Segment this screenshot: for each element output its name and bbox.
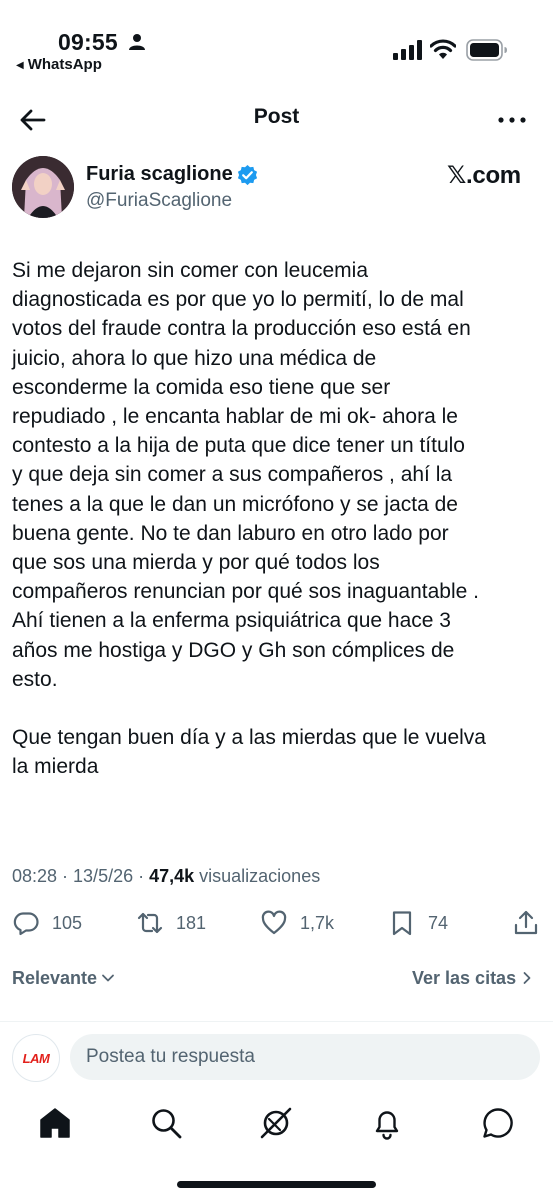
battery-icon [466,39,507,61]
chevron-right-icon [523,972,531,984]
signal-icon [393,40,422,60]
reply-button[interactable]: 105 [12,906,82,940]
view-quotes-link[interactable]: Ver las citas [412,968,534,989]
like-button[interactable]: 1,7k [260,906,334,940]
post-meta: 08:28 · 13/5/26 · 47,4k visualizaciones [12,866,320,887]
share-button[interactable] [512,906,552,940]
notifications-icon[interactable] [370,1106,404,1140]
repost-icon [137,912,163,934]
author-name[interactable]: Furia scaglione [86,163,233,186]
like-count: 1,7k [300,912,335,933]
back-triangle-icon: ◀ [16,60,24,71]
search-icon[interactable] [149,1106,183,1140]
bookmark-icon [392,911,412,936]
chevron-down-icon [102,974,114,982]
author-handle[interactable]: @FuriaScaglione [86,190,232,212]
bookmark-button[interactable]: 74 [388,906,448,940]
author-avatar[interactable] [12,156,74,218]
home-indicator[interactable] [177,1181,376,1188]
reply-icon [13,912,39,936]
share-icon [514,910,538,935]
post-timestamp[interactable]: 08:28 · 13/5/26 · [12,866,149,886]
person-icon [129,34,145,50]
page-title: Post [253,105,300,128]
status-time: 09:55 [58,29,118,55]
repost-count: 181 [176,912,207,933]
more-icon[interactable] [495,108,529,132]
reply-input[interactable] [70,1034,540,1080]
wifi-icon [430,39,456,59]
divider [0,1021,553,1022]
grok-icon[interactable] [259,1106,293,1140]
post-text: Si me dejaron sin comer con leucemia dia… [12,259,486,779]
views-label: visualizaciones [194,866,321,886]
source-label: 𝕏.com [447,162,521,189]
reply-avatar: LAM [12,1034,60,1082]
like-icon [261,910,287,935]
home-icon[interactable] [38,1106,72,1140]
back-to-app-link[interactable]: ◀ WhatsApp [16,56,102,73]
repost-button[interactable]: 181 [136,906,206,940]
verified-badge-icon [237,164,258,186]
reply-count: 105 [52,912,83,933]
messages-icon[interactable] [481,1106,515,1140]
views-count: 47,4k [149,866,195,886]
bookmark-count: 74 [428,912,449,933]
sort-dropdown[interactable]: Relevante [12,968,115,989]
